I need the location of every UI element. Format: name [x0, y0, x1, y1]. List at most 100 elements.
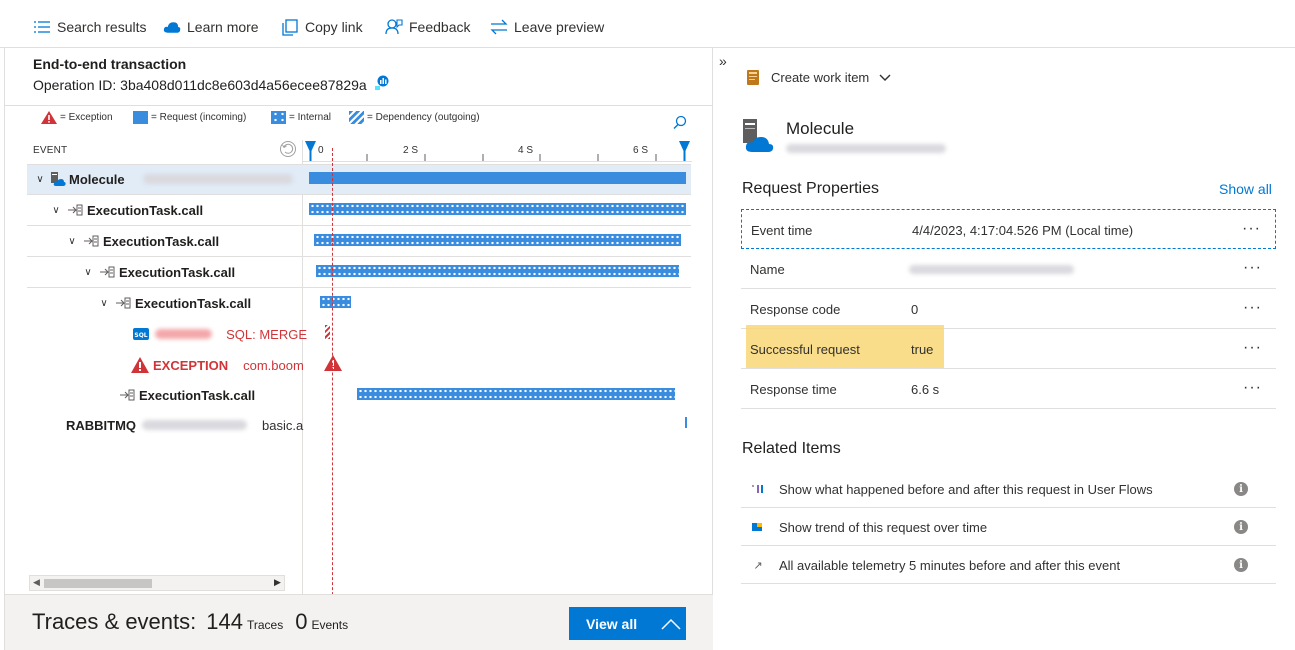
view-all-label: View all: [586, 615, 638, 632]
internal-bar[interactable]: [320, 296, 351, 308]
table-row[interactable]: ∨ ExecutionTask.call: [27, 195, 307, 225]
info-icon[interactable]: i: [1234, 482, 1248, 496]
copy-icon: [281, 18, 299, 36]
more-options-icon[interactable]: ···: [1243, 299, 1262, 317]
cloud-icon: [163, 18, 181, 36]
internal-bar[interactable]: [314, 234, 681, 246]
more-options-icon[interactable]: ···: [1243, 339, 1262, 357]
legend-request: = Request (incoming): [133, 111, 246, 124]
redacted-text: [142, 420, 248, 430]
chevron-down-icon[interactable]: ∨: [49, 205, 63, 216]
legend-exception: = Exception: [41, 111, 113, 124]
property-value: true: [911, 342, 934, 357]
table-row[interactable]: ∨ ExecutionTask.call: [27, 257, 307, 287]
trace-count: 144: [206, 609, 243, 634]
table-row[interactable]: ∨ Molecule: [27, 164, 307, 194]
internal-bar[interactable]: [316, 265, 679, 277]
internal-swatch-icon: [271, 111, 286, 124]
internal-bar[interactable]: [309, 203, 686, 215]
property-label: Response time: [750, 382, 837, 397]
row-detail: com.boom: [243, 357, 304, 373]
row-name: ExecutionTask.call: [87, 202, 204, 218]
view-all-button[interactable]: View all: [569, 607, 686, 640]
sql-database-icon: SQL: [133, 327, 149, 341]
header-divider: [5, 105, 713, 106]
swap-arrows-icon: [490, 18, 508, 36]
table-row[interactable]: ExecutionTask.call: [27, 380, 307, 410]
more-options-icon[interactable]: ···: [1243, 259, 1262, 277]
related-item-telemetry[interactable]: ↗ All available telemetry 5 minutes befo…: [741, 546, 1276, 584]
scroll-right-icon[interactable]: ▶: [274, 577, 281, 588]
request-swatch-icon: [133, 111, 148, 124]
info-icon[interactable]: i: [1234, 558, 1248, 572]
dependency-bar[interactable]: [325, 325, 330, 339]
property-label: Successful request: [750, 342, 860, 357]
search-results-label: Search results: [57, 19, 147, 35]
request-bar[interactable]: [309, 172, 686, 184]
property-row-response-code[interactable]: Response code 0 ···: [741, 289, 1276, 329]
internal-call-icon: [119, 389, 135, 401]
related-item-user-flows[interactable]: Show what happened before and after this…: [741, 470, 1276, 508]
tick-label: 4 S: [518, 145, 534, 156]
internal-bar[interactable]: [357, 388, 675, 400]
table-row[interactable]: SQL SQL: MERGE: [27, 319, 307, 349]
property-row-successful-request[interactable]: Successful request true ···: [741, 325, 1276, 369]
row-name: ExecutionTask.call: [103, 233, 220, 249]
create-work-item-button[interactable]: Create work item: [745, 69, 891, 86]
chevron-down-icon[interactable]: ∨: [81, 267, 95, 278]
row-name: EXCEPTION: [153, 357, 229, 373]
operation-id-text: Operation ID: 3ba408d011dc8e603d4a56ecee…: [33, 76, 367, 93]
legend-internal-label: = Internal: [289, 112, 331, 123]
legend-internal: = Internal: [271, 111, 331, 124]
feedback-icon: [385, 18, 403, 36]
dependency-bar[interactable]: [685, 417, 687, 428]
learn-more-button[interactable]: Learn more: [163, 17, 259, 37]
table-row[interactable]: EXCEPTION com.boom: [27, 350, 307, 380]
redacted-text: [142, 174, 293, 184]
property-row-response-time[interactable]: Response time 6.6 s ···: [741, 369, 1276, 409]
chevron-down-icon[interactable]: ∨: [65, 236, 79, 247]
info-icon[interactable]: i: [1234, 520, 1248, 534]
svg-text:SQL: SQL: [134, 332, 147, 339]
property-label: Response code: [750, 302, 841, 317]
property-row-name[interactable]: Name ···: [741, 249, 1276, 289]
scrollbar-thumb[interactable]: [44, 579, 152, 588]
search-icon[interactable]: [673, 115, 687, 132]
table-row[interactable]: RABBITMQ basic.a: [27, 410, 307, 440]
tick-label: 0: [318, 145, 324, 156]
internal-call-icon: [99, 266, 115, 278]
row-name: ExecutionTask.call: [119, 264, 236, 280]
related-items-heading: Related Items: [742, 440, 841, 457]
chevron-down-icon[interactable]: ∨: [33, 174, 47, 185]
trend-icon: [751, 520, 765, 534]
show-all-link[interactable]: Show all: [1219, 181, 1272, 197]
operation-id: Operation ID: 3ba408d011dc8e603d4a56ecee…: [33, 75, 390, 94]
legend-request-label: = Request (incoming): [151, 112, 247, 123]
collapse-pane-button[interactable]: »: [719, 53, 727, 69]
exception-marker-icon[interactable]: [324, 355, 342, 374]
copy-link-button[interactable]: Copy link: [281, 17, 363, 37]
tick-label: 6 S: [633, 145, 649, 156]
leave-preview-button[interactable]: Leave preview: [490, 17, 604, 37]
related-item-label: Show what happened before and after this…: [779, 482, 1153, 497]
horizontal-scrollbar[interactable]: ◀ ▶: [29, 575, 285, 591]
table-row[interactable]: ∨ ExecutionTask.call: [27, 288, 307, 318]
more-options-icon[interactable]: ···: [1242, 220, 1261, 238]
search-results-button[interactable]: Search results: [33, 17, 146, 37]
traces-events-bar: Traces & events: 144 Traces 0 Events Vie…: [5, 594, 713, 650]
related-item-trend[interactable]: Show trend of this request over time i: [741, 508, 1276, 546]
table-row[interactable]: ∨ ExecutionTask.call: [27, 226, 307, 256]
exception-time-marker: [332, 148, 333, 650]
redacted-text: [786, 144, 946, 153]
traces-label: Traces & events:: [32, 609, 197, 634]
app-insights-icon[interactable]: [373, 75, 390, 94]
chevron-down-icon[interactable]: ∨: [97, 298, 111, 309]
exception-icon: [41, 111, 57, 124]
property-label: Event time: [751, 223, 813, 238]
reset-zoom-icon[interactable]: [279, 140, 297, 161]
more-options-icon[interactable]: ···: [1243, 379, 1262, 397]
feedback-button[interactable]: Feedback: [385, 17, 470, 37]
leave-preview-label: Leave preview: [514, 19, 605, 35]
scroll-left-icon[interactable]: ◀: [33, 577, 40, 588]
property-row-event-time[interactable]: Event time 4/4/2023, 4:17:04.526 PM (Loc…: [741, 209, 1276, 249]
